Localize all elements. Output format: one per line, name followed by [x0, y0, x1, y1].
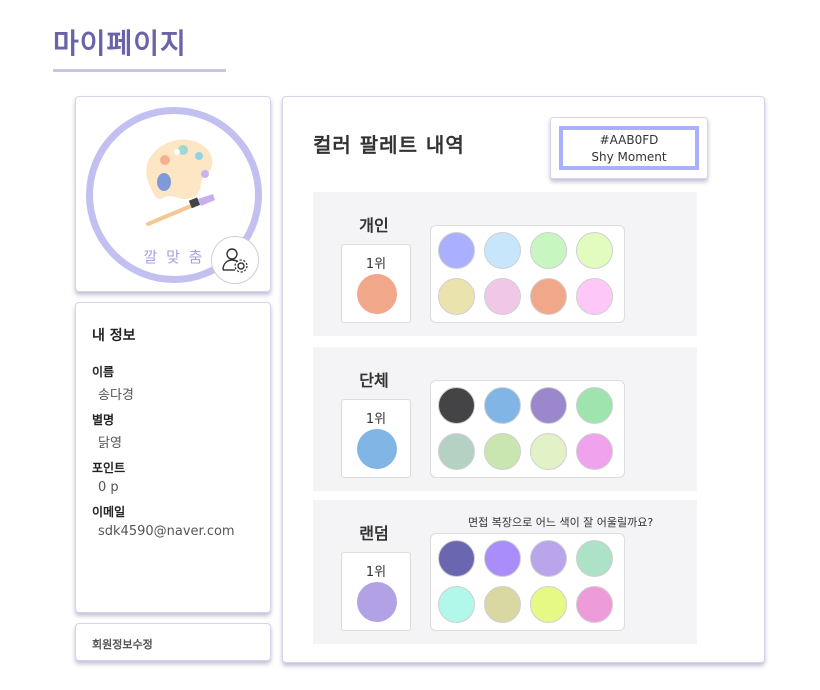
page-title: 마이페이지: [53, 27, 187, 60]
section-label: 랜덤: [359, 524, 389, 543]
swatch-grid: [430, 380, 625, 478]
current-color-badge-frame: #AAB0FD Shy Moment: [559, 126, 699, 170]
color-swatch[interactable]: [530, 433, 567, 470]
color-swatch[interactable]: [484, 540, 521, 577]
edit-profile-label: 회원정보수정: [92, 638, 153, 651]
profile-avatar-card: 깔 맞 춤: [75, 96, 271, 292]
color-swatch[interactable]: [438, 586, 475, 623]
swatch-grid: [430, 533, 625, 631]
email-value: sdk4590@naver.com: [98, 524, 235, 539]
color-swatch[interactable]: [576, 540, 613, 577]
nickname-label: 별명: [92, 413, 115, 427]
current-color-badge: #AAB0FD Shy Moment: [550, 117, 708, 179]
palette-history-title: 컬러 팔레트 내역: [313, 133, 465, 157]
color-palette-history-card: 컬러 팔레트 내역 #AAB0FD Shy Moment 개인 1위 단체 1위…: [282, 96, 765, 663]
rank-swatch: [357, 429, 397, 469]
email-label: 이메일: [92, 505, 126, 519]
rank-label: 1위: [365, 412, 387, 427]
current-color-hex: #AAB0FD: [599, 133, 659, 147]
color-swatch[interactable]: [484, 232, 521, 269]
color-swatch[interactable]: [438, 433, 475, 470]
points-label: 포인트: [92, 461, 126, 475]
my-info-heading: 내 정보: [92, 328, 136, 344]
color-swatch[interactable]: [576, 232, 613, 269]
title-underline: [53, 69, 226, 72]
color-swatch[interactable]: [438, 232, 475, 269]
name-value: 송다경: [98, 388, 134, 403]
color-swatch[interactable]: [438, 278, 475, 315]
color-swatch[interactable]: [530, 540, 567, 577]
rank-swatch: [357, 274, 397, 314]
user-gear-icon: [222, 248, 248, 273]
rank-box: 1위: [341, 244, 411, 323]
color-swatch[interactable]: [530, 586, 567, 623]
swatch-grid: [430, 225, 625, 323]
color-swatch[interactable]: [438, 540, 475, 577]
rank-label: 1위: [365, 257, 387, 272]
profile-settings-button[interactable]: [211, 236, 259, 284]
color-swatch[interactable]: [530, 232, 567, 269]
color-swatch[interactable]: [530, 278, 567, 315]
section-label: 단체: [359, 371, 389, 390]
color-swatch[interactable]: [530, 387, 567, 424]
section-label: 개인: [359, 216, 389, 235]
random-question: 면접 복장으로 어느 색이 잘 어울릴까요?: [468, 516, 654, 529]
color-swatch[interactable]: [484, 387, 521, 424]
color-swatch[interactable]: [576, 387, 613, 424]
color-swatch[interactable]: [484, 278, 521, 315]
points-value: 0 p: [98, 480, 119, 495]
color-swatch[interactable]: [576, 433, 613, 470]
my-info-card: 내 정보 이름 송다경 별명 닭영 포인트 0 p 이메일 sdk4590@na…: [75, 302, 271, 613]
rank-swatch: [357, 582, 397, 622]
section-group: 단체 1위: [313, 347, 697, 491]
rank-label: 1위: [365, 565, 387, 580]
paint-palette-icon: [146, 139, 215, 226]
color-swatch[interactable]: [484, 433, 521, 470]
color-swatch[interactable]: [576, 586, 613, 623]
color-swatch[interactable]: [438, 387, 475, 424]
rank-box: 1위: [341, 399, 411, 478]
name-label: 이름: [92, 365, 115, 379]
nickname-value: 닭영: [98, 436, 122, 451]
section-random: 랜덤 면접 복장으로 어느 색이 잘 어울릴까요? 1위: [313, 500, 697, 644]
color-swatch[interactable]: [484, 586, 521, 623]
color-swatch[interactable]: [576, 278, 613, 315]
rank-box: 1위: [341, 552, 411, 631]
section-personal: 개인 1위: [313, 192, 697, 336]
edit-profile-button[interactable]: 회원정보수정: [75, 623, 271, 661]
current-color-name: Shy Moment: [591, 150, 667, 164]
